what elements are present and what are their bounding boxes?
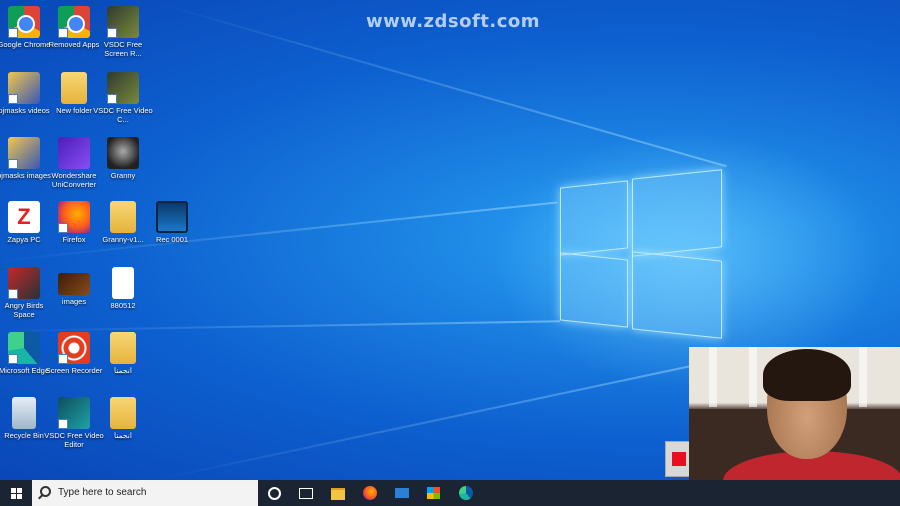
cortana-icon[interactable] — [258, 480, 290, 506]
uniconverter-icon — [58, 137, 90, 169]
taskbar: Type here to search — [0, 480, 900, 506]
chrome-icon — [58, 6, 90, 38]
mail-icon[interactable] — [386, 480, 418, 506]
image-file-icon — [58, 273, 90, 295]
vsdc-screen-recorder-icon — [107, 6, 139, 38]
firefox-icon — [58, 201, 90, 233]
folder-icon — [8, 72, 40, 104]
folder-icon — [8, 137, 40, 169]
folder-icon — [110, 201, 136, 233]
start-button[interactable] — [0, 480, 32, 506]
light-beam — [150, 355, 738, 480]
edge-icon — [8, 332, 40, 364]
folder-icon — [61, 72, 87, 104]
desktop-icon-rec-0001[interactable]: Rec 0001 — [142, 201, 202, 244]
vsdc-video-capture-icon — [107, 72, 139, 104]
granny-game-icon — [107, 137, 139, 169]
edge-icon[interactable] — [450, 480, 482, 506]
desktop-icon-arabic-folder-1[interactable]: انجمنا — [93, 332, 153, 375]
task-view-icon[interactable] — [290, 480, 322, 506]
desktop-icon-arabic-folder-2[interactable]: انجمنا — [93, 397, 153, 440]
watermark-text: www.zdsoft.com — [365, 11, 541, 32]
angry-birds-icon — [8, 267, 40, 299]
search-placeholder: Type here to search — [58, 487, 147, 498]
video-file-icon — [156, 201, 188, 233]
folder-icon — [110, 397, 136, 429]
light-beam — [0, 320, 560, 332]
document-icon — [112, 267, 134, 299]
chrome-icon — [8, 6, 40, 38]
zapya-icon: Z — [8, 201, 40, 233]
search-icon — [40, 486, 51, 497]
store-icon[interactable] — [418, 480, 450, 506]
folder-icon — [110, 332, 136, 364]
desktop-icon-granny[interactable]: Granny — [93, 137, 153, 180]
recycle-bin-icon — [12, 397, 36, 429]
windows-logo — [558, 169, 724, 339]
firefox-icon[interactable] — [354, 480, 386, 506]
desktop-icon-880512[interactable]: 880512 — [93, 267, 153, 310]
taskbar-search-box[interactable]: Type here to search — [32, 480, 258, 506]
screen-recorder-icon — [58, 332, 90, 364]
desktop-icon-vsdc-screen-recorder[interactable]: VSDC Free Screen R... — [93, 6, 153, 58]
vsdc-video-editor-icon — [58, 397, 90, 429]
file-explorer-icon[interactable] — [322, 480, 354, 506]
desktop-icon-vsdc-video-capture[interactable]: VSDC Free Video C... — [93, 72, 153, 124]
